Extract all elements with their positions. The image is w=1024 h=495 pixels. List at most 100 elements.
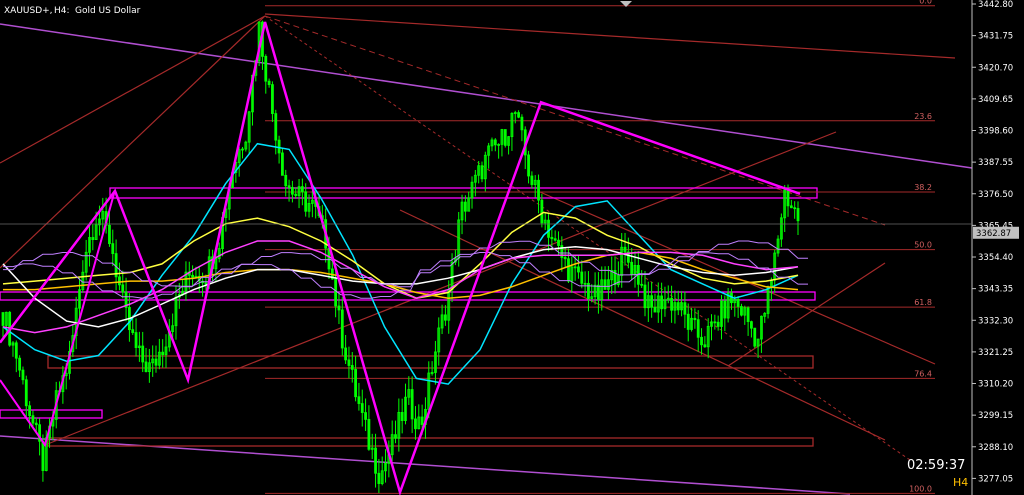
candle-body[interactable] — [277, 139, 281, 154]
candle-body[interactable] — [736, 299, 740, 307]
candle-body[interactable] — [21, 369, 25, 381]
candle-body[interactable] — [597, 284, 600, 300]
candle-body[interactable] — [653, 306, 657, 313]
candle-body[interactable] — [154, 358, 158, 366]
candle-body[interactable] — [537, 179, 540, 201]
trendline-red-falling[interactable] — [399, 209, 886, 441]
candle-body[interactable] — [274, 113, 278, 141]
candle-body[interactable] — [144, 361, 148, 373]
candle-body[interactable] — [493, 139, 497, 146]
candle-body[interactable] — [693, 317, 697, 321]
candle-body[interactable] — [304, 191, 308, 212]
candle-body[interactable] — [111, 243, 115, 254]
candle-body[interactable] — [530, 175, 534, 185]
candle-body[interactable] — [716, 321, 720, 327]
candle-body[interactable] — [337, 305, 341, 311]
candle-body[interactable] — [703, 344, 707, 348]
candle-body[interactable] — [14, 342, 18, 359]
candle-body[interactable] — [786, 189, 790, 207]
candle-body[interactable] — [623, 246, 627, 253]
candle-body[interactable] — [24, 379, 28, 407]
candle-body[interactable] — [264, 55, 268, 82]
candle-body[interactable] — [520, 116, 524, 131]
candle-body[interactable] — [367, 419, 371, 450]
candle-body[interactable] — [1, 312, 5, 326]
candle-body[interactable] — [344, 347, 348, 361]
trendline-red-upper[interactable] — [264, 13, 956, 59]
candle-body[interactable] — [134, 332, 138, 348]
candle-body[interactable] — [580, 271, 584, 284]
candle-body[interactable] — [713, 321, 717, 324]
candle-body[interactable] — [420, 416, 424, 425]
candle-body[interactable] — [550, 236, 554, 240]
candle-body[interactable] — [41, 440, 45, 471]
candle-body[interactable] — [563, 257, 567, 260]
candle-body[interactable] — [583, 282, 587, 285]
trendline-red-left[interactable] — [0, 15, 266, 164]
candle-body[interactable] — [643, 284, 647, 309]
candle-body[interactable] — [287, 185, 291, 188]
trendline-red-falling-2[interactable] — [539, 191, 936, 365]
candle-body[interactable] — [161, 351, 165, 356]
candle-body[interactable] — [503, 129, 507, 146]
candle-body[interactable] — [284, 174, 288, 187]
candle-body[interactable] — [553, 238, 557, 241]
candle-body[interactable] — [204, 282, 208, 285]
candle-body[interactable] — [567, 258, 570, 282]
candle-body[interactable] — [377, 472, 381, 484]
candle-body[interactable] — [527, 154, 530, 177]
candle-body[interactable] — [480, 165, 484, 180]
candle-body[interactable] — [746, 307, 750, 323]
candle-body[interactable] — [660, 295, 664, 310]
candle-body[interactable] — [640, 283, 644, 286]
candle-body[interactable] — [364, 412, 367, 420]
candle-body[interactable] — [350, 365, 354, 370]
trendline-violet-upper[interactable] — [0, 23, 973, 169]
candle-body[interactable] — [354, 369, 357, 398]
candle-body[interactable] — [696, 319, 700, 338]
candle-body[interactable] — [517, 112, 520, 118]
candle-body[interactable] — [360, 403, 364, 413]
candle-body[interactable] — [271, 84, 274, 114]
zone-rect-bottom[interactable] — [47, 437, 814, 447]
candle-body[interactable] — [108, 224, 111, 245]
candle-body[interactable] — [374, 447, 377, 474]
candle-body[interactable] — [796, 208, 800, 222]
candle-body[interactable] — [294, 193, 298, 196]
candle-body[interactable] — [750, 321, 753, 329]
candle-body[interactable] — [753, 327, 757, 347]
candle-body[interactable] — [650, 295, 654, 308]
candle-body[interactable] — [410, 389, 414, 420]
candle-body[interactable] — [686, 313, 690, 330]
candle-body[interactable] — [793, 207, 797, 210]
candle-body[interactable] — [547, 219, 550, 238]
candle-body[interactable] — [18, 357, 22, 371]
candle-body[interactable] — [334, 278, 338, 307]
candle-body[interactable] — [300, 186, 304, 193]
candle-body[interactable] — [444, 314, 447, 321]
candle-body[interactable] — [34, 422, 38, 426]
candle-body[interactable] — [630, 261, 634, 275]
zone-rect-left[interactable] — [0, 409, 103, 419]
candle-body[interactable] — [118, 276, 121, 286]
trendline-red-fan[interactable] — [0, 15, 266, 269]
candle-body[interactable] — [540, 199, 544, 224]
candle-body[interactable] — [676, 302, 680, 311]
candle-body[interactable] — [121, 284, 125, 293]
candle-body[interactable] — [740, 306, 743, 316]
candle-body[interactable] — [683, 302, 687, 315]
candle-body[interactable] — [789, 205, 793, 209]
zone-rect-38[interactable] — [109, 187, 818, 199]
candle-body[interactable] — [723, 300, 727, 319]
candle-body[interactable] — [290, 187, 294, 195]
candle-body[interactable] — [281, 152, 284, 176]
candle-body[interactable] — [347, 359, 351, 366]
moving-average-cyan[interactable] — [2, 142, 799, 385]
candle-body[interactable] — [131, 329, 135, 333]
candle-body[interactable] — [463, 201, 467, 212]
candle-body[interactable] — [400, 412, 404, 421]
price-chart[interactable]: 0.0 23.6 38.2 50.0 61.8 76.4 100.0 3442.80 3431… — [0, 0, 1024, 495]
candle-body[interactable] — [603, 279, 607, 290]
candle-body[interactable] — [91, 237, 95, 241]
candle-body[interactable] — [700, 336, 703, 346]
